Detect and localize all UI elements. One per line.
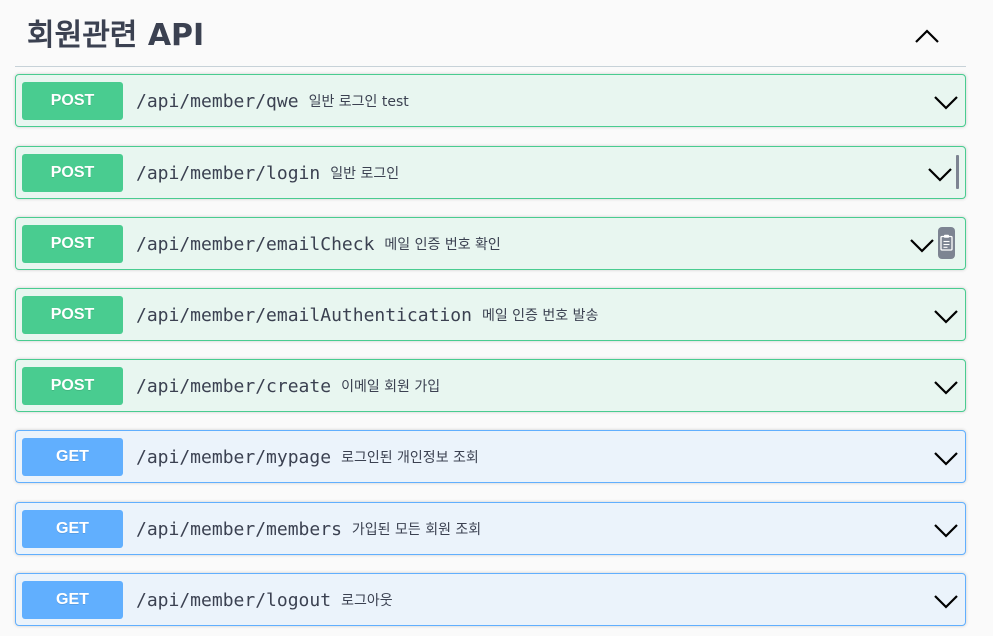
operation-summary: 일반 로그인 (330, 166, 400, 182)
chevron-down-icon[interactable] (933, 374, 959, 400)
chevron-down-icon[interactable] (933, 445, 959, 471)
operation-summary: 메일 인증 번호 발송 (481, 308, 599, 324)
operation-summary: 메일 인증 번호 확인 (384, 237, 501, 253)
operation-summary: 로그인된 개인정보 조회 (341, 450, 479, 466)
operation-summary: 가입된 모든 회원 조회 (351, 522, 482, 538)
operation-path[interactable]: /api/member/members (136, 519, 342, 540)
operation-path[interactable]: /api/member/logout (136, 590, 331, 611)
operation-block-post-login[interactable]: POST /api/member/login 일반 로그인 (15, 146, 966, 199)
chevron-down-icon[interactable] (933, 517, 959, 543)
operation-path[interactable]: /api/member/emailAuthentication (136, 305, 472, 326)
operation-block-get-logout[interactable]: GET /api/member/logout 로그아웃 (15, 573, 966, 626)
operation-path[interactable]: /api/member/mypage (136, 447, 331, 468)
operation-summary: 로그아웃 (341, 593, 393, 609)
method-badge: GET (22, 438, 123, 476)
method-badge: POST (22, 367, 123, 405)
method-badge: GET (22, 581, 123, 619)
operation-block-get-members[interactable]: GET /api/member/members 가입된 모든 회원 조회 (15, 502, 966, 555)
operation-path[interactable]: /api/member/qwe (136, 91, 299, 112)
operation-summary: 이메일 회원 가입 (341, 379, 441, 395)
method-badge: POST (22, 225, 123, 263)
tag-section-header[interactable]: 회원관련 API (15, 0, 966, 67)
operation-block-get-mypage[interactable]: GET /api/member/mypage 로그인된 개인정보 조회 (15, 430, 966, 483)
copy-to-clipboard-button[interactable] (938, 227, 955, 259)
operation-path[interactable]: /api/member/login (136, 163, 320, 184)
clipboard-icon (940, 234, 953, 251)
operation-path[interactable]: /api/member/emailCheck (136, 234, 374, 255)
section-title: 회원관련 API (27, 18, 205, 53)
chevron-down-icon[interactable] (933, 588, 959, 614)
copy-button-edge[interactable] (956, 155, 959, 189)
operation-block-post-create[interactable]: POST /api/member/create 이메일 회원 가입 (15, 359, 966, 412)
method-badge: POST (22, 154, 123, 192)
chevron-down-icon[interactable] (909, 232, 935, 258)
method-badge: POST (22, 296, 123, 334)
chevron-down-icon[interactable] (933, 303, 959, 329)
operation-block-post-emailauthentication[interactable]: POST /api/member/emailAuthentication 메일 … (15, 288, 966, 341)
method-badge: POST (22, 82, 123, 120)
operation-path[interactable]: /api/member/create (136, 376, 331, 397)
chevron-down-icon[interactable] (927, 161, 953, 187)
method-badge: GET (22, 510, 123, 548)
chevron-up-icon[interactable] (910, 22, 944, 52)
operation-summary: 일반 로그인 test (308, 94, 409, 110)
operation-block-post-qwe[interactable]: POST /api/member/qwe 일반 로그인 test (15, 74, 966, 127)
swagger-page: 회원관련 API POST /api/member/qwe 일반 로그인 tes… (0, 0, 993, 636)
operation-block-post-emailcheck[interactable]: POST /api/member/emailCheck 메일 인증 번호 확인 (15, 217, 966, 270)
chevron-down-icon[interactable] (933, 89, 959, 115)
